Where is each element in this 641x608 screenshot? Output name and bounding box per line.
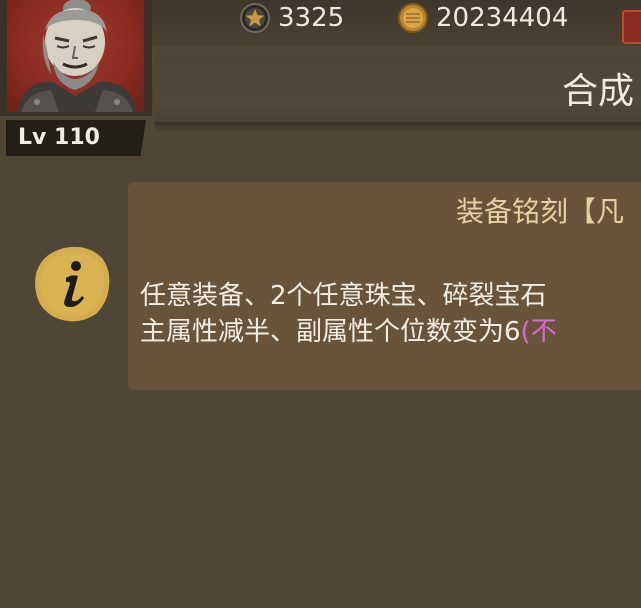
info-line-2-highlight: (不: [520, 317, 557, 347]
info-title: 装备铭刻【凡: [456, 195, 625, 228]
avatar-frame[interactable]: [0, 0, 152, 116]
gold-value: 20234404: [436, 3, 569, 33]
info-line-2: 主属性减半、副属性个位数变为6(不: [140, 314, 641, 350]
menu-button[interactable]: [622, 10, 641, 44]
info-line-1: 任意装备、2个任意珠宝、碎裂宝石: [140, 281, 547, 311]
info-line-2-main: 主属性减半、副属性个位数变为6: [140, 317, 521, 347]
star-resource: 3325: [240, 0, 344, 36]
star-coin-icon: [240, 3, 270, 33]
avatar[interactable]: [7, 0, 144, 112]
avatar-portrait: [17, 0, 137, 112]
page-title: 合成: [562, 71, 635, 112]
gold-resource: 20234404: [398, 0, 568, 36]
info-description: 任意装备、2个任意珠宝、碎裂宝石 主属性减半、副属性个位数变为6(不: [140, 278, 641, 350]
info-icon[interactable]: [32, 244, 112, 324]
player-level: Lv 110: [18, 125, 100, 150]
gold-coin-icon: [398, 3, 428, 33]
header-shadow: [155, 124, 641, 132]
star-value: 3325: [278, 3, 345, 33]
